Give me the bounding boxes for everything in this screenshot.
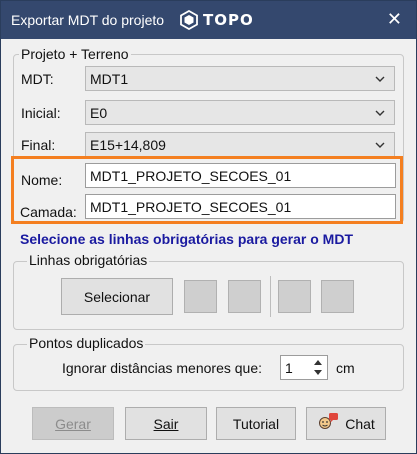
duplicate-points-legend: Pontos duplicados [27, 335, 146, 351]
chat-icon [317, 412, 339, 435]
window-title: Exportar MDT do projeto [11, 12, 165, 28]
required-lines-legend: Linhas obrigatórias [27, 252, 150, 268]
line-slot-4[interactable] [321, 280, 354, 313]
distance-value: 1 [285, 360, 293, 376]
tutorial-label: Tutorial [232, 415, 280, 432]
distance-unit: cm [336, 360, 355, 376]
line-slot-2[interactable] [228, 280, 261, 313]
tutorial-button[interactable]: Tutorial [216, 407, 296, 440]
select-lines-button[interactable]: Selecionar [61, 278, 173, 315]
highlight-box [11, 156, 403, 224]
topo-logo-icon [179, 10, 199, 30]
select-lines-label: Selecionar [83, 288, 151, 305]
chevron-down-icon [375, 76, 385, 82]
mdt-label: MDT: [21, 71, 54, 87]
generate-label: Gerar [55, 415, 91, 432]
initial-station-value: E0 [90, 105, 108, 121]
project-terrain-legend: Projeto + Terreno [19, 46, 131, 62]
chevron-down-icon [375, 110, 385, 116]
final-label: Final: [21, 137, 56, 153]
exit-label: Sair [153, 415, 179, 432]
initial-label: Inicial: [21, 105, 61, 121]
ignore-distance-label: Ignorar distâncias menores que: [62, 360, 262, 376]
chat-button[interactable]: Chat [306, 407, 386, 440]
chevron-down-icon [375, 142, 385, 148]
mdt-select[interactable]: MDT1 [85, 66, 395, 91]
title-bar[interactable]: Exportar MDT do projeto TOPO ✕ [1, 1, 416, 39]
export-mdt-window: Exportar MDT do projeto TOPO ✕ Projeto +… [0, 0, 417, 454]
chat-label: Chat [345, 415, 375, 432]
close-icon[interactable]: ✕ [387, 9, 402, 29]
final-station-value: E15+14,809 [90, 137, 166, 153]
exit-button[interactable]: Sair [125, 407, 207, 440]
topo-logo: TOPO [179, 10, 254, 30]
spinner-arrows-icon[interactable] [311, 357, 325, 378]
line-slot-3[interactable] [278, 280, 311, 313]
generate-button[interactable]: Gerar [32, 407, 114, 440]
initial-station-select[interactable]: E0 [85, 100, 395, 125]
mdt-select-value: MDT1 [90, 71, 129, 87]
final-station-select[interactable]: E15+14,809 [85, 132, 395, 157]
line-slot-1[interactable] [184, 280, 217, 313]
distance-spinbox[interactable]: 1 [280, 355, 328, 380]
slot-divider [270, 276, 271, 317]
logo-text: TOPO [203, 11, 254, 29]
required-lines-notice: Selecione as linhas obrigatórias para ge… [20, 231, 353, 247]
